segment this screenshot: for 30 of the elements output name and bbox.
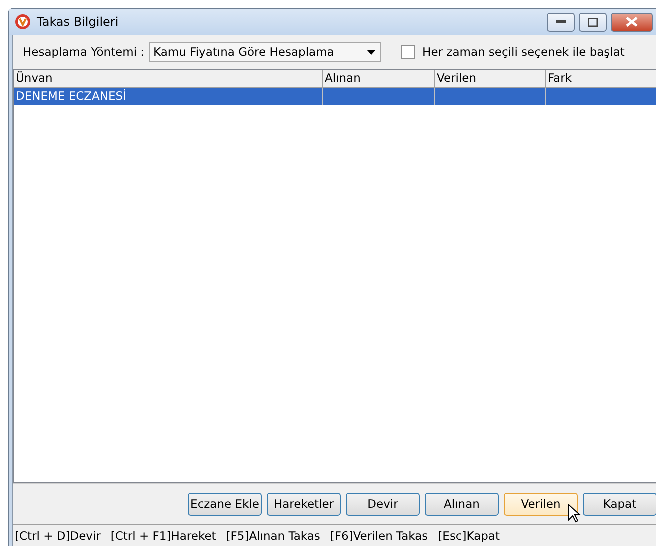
always-start-label: Her zaman seçili seçenek ile başlat	[422, 45, 625, 59]
calculation-label: Hesaplama Yöntemi :	[23, 45, 145, 59]
calculation-dropdown[interactable]: Kamu Fiyatına Göre Hesaplama	[148, 42, 381, 62]
close-button[interactable]	[611, 12, 653, 32]
column-header[interactable]: Alınan	[323, 70, 435, 87]
column-header[interactable]: Fark	[546, 70, 656, 87]
minimize-icon	[556, 20, 566, 24]
shortcut-hint: [Ctrl + D]Devir	[15, 529, 101, 543]
column-header[interactable]: Ünvan	[14, 70, 323, 87]
action-button[interactable]: Eczane Ekle	[188, 492, 262, 516]
table-cell: DENEME ECZANESİ	[14, 88, 323, 105]
shortcut-hint: [F5]Alınan Takas	[226, 529, 320, 543]
action-button[interactable]: Devir	[346, 492, 420, 516]
action-button[interactable]: Hareketler	[267, 492, 341, 516]
shortcut-hint: [Esc]Kapat	[438, 529, 500, 543]
always-start-checkbox[interactable]	[400, 45, 415, 59]
column-header[interactable]: Verilen	[435, 70, 546, 87]
cursor-icon	[568, 504, 581, 522]
shortcut-hint: [F6]Verilen Takas	[330, 529, 428, 543]
maximize-button[interactable]	[579, 12, 607, 32]
close-icon	[626, 17, 638, 27]
shortcut-hint: [Ctrl + F1]Hareket	[110, 529, 216, 543]
action-button[interactable]: Kapat	[583, 492, 656, 516]
table-row[interactable]: DENEME ECZANESİ	[14, 88, 656, 105]
logo-icon	[15, 14, 31, 30]
maximize-icon	[588, 18, 598, 26]
action-button[interactable]: Alınan	[425, 492, 499, 516]
caret-icon	[366, 50, 376, 54]
window-title: Takas Bilgileri	[37, 15, 119, 29]
minimize-button[interactable]	[547, 12, 575, 32]
